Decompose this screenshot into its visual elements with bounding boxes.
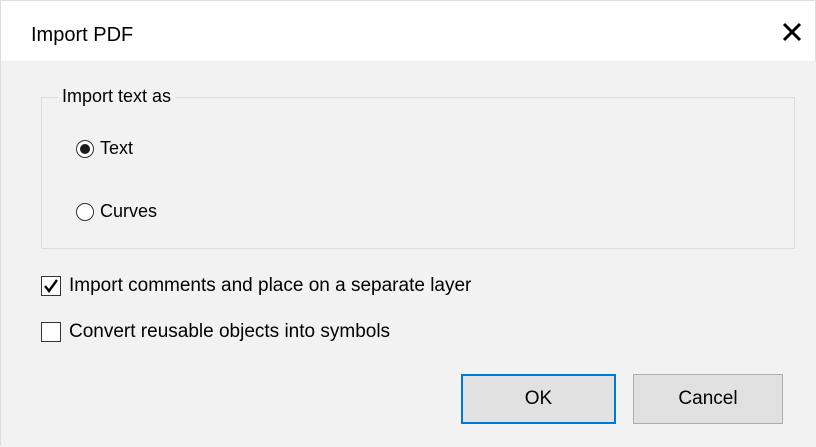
checkbox-row-convert-symbols[interactable]: Convert reusable objects into symbols — [41, 321, 390, 343]
cancel-button[interactable]: Cancel — [633, 374, 783, 424]
import-pdf-dialog: Import PDF Import text as Text Curves Im… — [0, 0, 816, 447]
import-comments-label: Import comments and place on a separate … — [69, 275, 472, 296]
close-button[interactable] — [775, 15, 809, 49]
convert-symbols-checkbox[interactable] — [41, 322, 61, 342]
dialog-title: Import PDF — [31, 24, 134, 46]
ok-button[interactable]: OK — [461, 374, 616, 424]
import-text-as-group: Import text as Text Curves — [41, 86, 795, 249]
group-legend: Import text as — [58, 86, 176, 107]
checkbox-row-import-comments[interactable]: Import comments and place on a separate … — [41, 275, 471, 297]
radio-option-curves[interactable]: Curves — [76, 201, 157, 222]
radio-button-text[interactable] — [76, 139, 94, 158]
import-comments-checkbox[interactable] — [41, 276, 61, 296]
radio-button-curves[interactable] — [76, 202, 94, 221]
close-icon — [782, 22, 802, 42]
radio-option-text[interactable]: Text — [76, 138, 133, 159]
radio-selected-dot — [80, 143, 90, 154]
dialog-body: Import text as Text Curves Import commen… — [1, 61, 816, 447]
radio-label-curves: Curves — [100, 201, 158, 221]
checkmark-icon — [44, 279, 58, 293]
radio-label-text: Text — [100, 138, 134, 158]
convert-symbols-label: Convert reusable objects into symbols — [69, 321, 391, 342]
